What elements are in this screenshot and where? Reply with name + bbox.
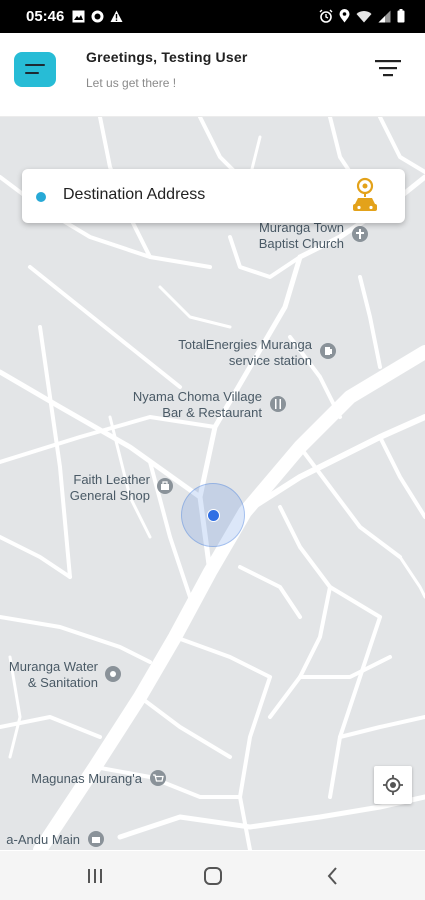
- poi-label-gas-line2: service station: [228, 353, 312, 368]
- menu-icon: [25, 64, 45, 66]
- destination-dot-icon: [36, 192, 46, 202]
- status-right-icons: [319, 9, 405, 23]
- church-pin-icon[interactable]: [350, 225, 370, 245]
- poi-label-restaurant: Nyama Choma Village Bar & Restaurant: [104, 389, 262, 421]
- wifi-icon: [356, 10, 372, 22]
- poi-label-water: Muranga Water & Sanitation: [0, 659, 98, 691]
- poi-label-magunas: Magunas Murang'a: [18, 771, 142, 787]
- warning-icon: [110, 10, 123, 22]
- destination-input[interactable]: Destination Address: [63, 186, 205, 204]
- alarm-icon: [319, 9, 333, 23]
- app-icon: [91, 10, 104, 23]
- poi-label-church-line2: Baptist Church: [258, 236, 344, 251]
- destination-input-card[interactable]: Destination Address: [22, 169, 405, 223]
- status-bar: 05:46: [0, 0, 425, 33]
- poi-label-gas-line1: TotalEnergies Muranga: [178, 337, 312, 352]
- back-icon[interactable]: [320, 863, 346, 889]
- poi-label-water-line2: & Sanitation: [27, 675, 98, 690]
- poi-label-gas-station: TotalEnergies Muranga service station: [150, 337, 312, 369]
- location-icon: [339, 9, 350, 23]
- status-time: 05:46: [26, 8, 65, 25]
- shopping-cart-pin-icon[interactable]: [148, 769, 168, 789]
- poi-label-magunas-line1: Magunas Murang'a: [31, 771, 142, 786]
- menu-button[interactable]: [14, 52, 56, 87]
- poi-label-andu-line1: a-Andu Main: [6, 832, 80, 847]
- store-pin-icon[interactable]: [86, 830, 106, 850]
- poi-label-restaurant-line1: Nyama Choma Village: [132, 389, 262, 404]
- crosshair-icon: [383, 775, 403, 795]
- poi-label-shop: Faith Leather General Shop: [52, 472, 150, 504]
- home-icon[interactable]: [200, 863, 226, 889]
- poi-label-water-line1: Muranga Water: [8, 659, 98, 674]
- taxi-pin-icon[interactable]: [350, 177, 380, 215]
- menu-icon-line: [25, 72, 39, 74]
- poi-label-andu: a-Andu Main: [0, 832, 80, 848]
- my-location-button[interactable]: [374, 766, 412, 804]
- current-location-dot: [207, 509, 220, 522]
- status-left-icons: [72, 10, 123, 23]
- poi-label-church: Muranga Town Baptist Church: [232, 220, 344, 252]
- greeting-subtitle: Let us get there !: [86, 76, 177, 90]
- poi-label-shop-line2: General Shop: [69, 488, 150, 503]
- battery-icon: [397, 9, 405, 23]
- greeting-text: Greetings, Testing User: [86, 49, 248, 65]
- gas-station-pin-icon[interactable]: [318, 342, 338, 362]
- shop-pin-icon[interactable]: [155, 477, 175, 497]
- system-navigation-bar: [0, 851, 425, 900]
- restaurant-pin-icon[interactable]: [268, 395, 288, 415]
- poi-label-restaurant-line2: Bar & Restaurant: [162, 405, 262, 420]
- signal-icon: [378, 10, 391, 22]
- poi-label-shop-line1: Faith Leather: [73, 472, 150, 487]
- recents-icon[interactable]: [82, 863, 108, 889]
- app-header: Greetings, Testing User Let us get there…: [0, 33, 425, 117]
- utility-pin-icon[interactable]: [103, 665, 123, 685]
- filter-icon[interactable]: [375, 58, 401, 78]
- image-icon: [72, 10, 85, 23]
